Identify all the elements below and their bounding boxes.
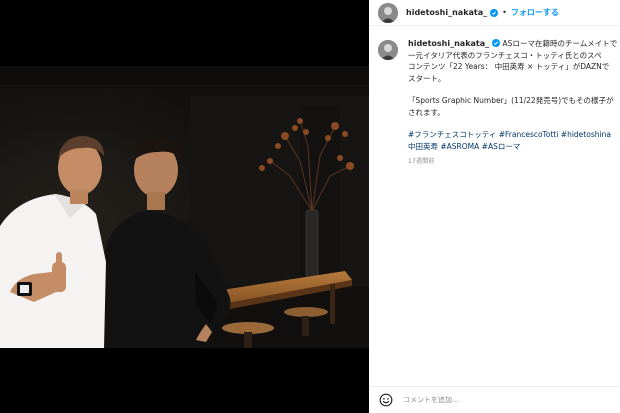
caption-avatar[interactable] bbox=[378, 40, 398, 60]
hashtag-line-1[interactable]: #フランチェスコトッティ #FrancescoTotti #hidetoshin… bbox=[408, 129, 617, 141]
caption-line-1: ASローマ在籍時のチームメイトで bbox=[502, 39, 618, 48]
post-media-area bbox=[0, 0, 369, 413]
comment-bar bbox=[369, 386, 620, 413]
follow-button[interactable]: フォローする bbox=[511, 7, 559, 18]
post-photo[interactable] bbox=[0, 66, 369, 348]
caption-username[interactable]: hidetoshi_nakata_ bbox=[408, 39, 489, 48]
caption-text: hidetoshi_nakata_ ASローマ在籍時のチームメイトで 一元イタリ… bbox=[408, 38, 617, 168]
caption-line-3: コンテンツ「22 Years： 中田英寿 × トッティ」がDAZNで bbox=[408, 62, 610, 71]
caption-gap bbox=[408, 84, 617, 95]
post-photo-illustration bbox=[0, 66, 369, 348]
header-separator: • bbox=[502, 8, 507, 17]
caption-avatar-image bbox=[378, 40, 398, 60]
caption-block: hidetoshi_nakata_ ASローマ在籍時のチームメイトで 一元イタリ… bbox=[378, 38, 620, 168]
caption-verified-badge-icon bbox=[492, 39, 501, 47]
avatar-image bbox=[378, 2, 398, 23]
verified-badge-icon bbox=[490, 8, 499, 17]
caption-line-5: 「Sports Graphic Number」(11/22発売号)でもその様子が bbox=[408, 96, 614, 105]
post-modal: hidetoshi_nakata_ • フォローする hidetoshi_nak… bbox=[0, 0, 620, 413]
caption-line-2: 一元イタリア代表のフランチェスコ・トッティ氏とのスペ bbox=[408, 50, 602, 60]
caption-gap-2 bbox=[408, 118, 617, 129]
hashtag-line-2[interactable]: 中田英寿 #ASROMA #ASローマ bbox=[408, 141, 617, 153]
emoji-icon[interactable] bbox=[379, 393, 393, 407]
caption-line-6: されます。 bbox=[408, 107, 445, 117]
caption-line-4: スタート。 bbox=[408, 73, 446, 83]
post-side-panel: hidetoshi_nakata_ • フォローする hidetoshi_nak… bbox=[369, 0, 620, 413]
header-username[interactable]: hidetoshi_nakata_ bbox=[406, 8, 487, 17]
post-timestamp[interactable]: 17週間前 bbox=[408, 156, 617, 168]
post-header: hidetoshi_nakata_ • フォローする bbox=[369, 0, 620, 26]
comment-input[interactable] bbox=[403, 396, 603, 404]
avatar[interactable] bbox=[378, 2, 398, 23]
